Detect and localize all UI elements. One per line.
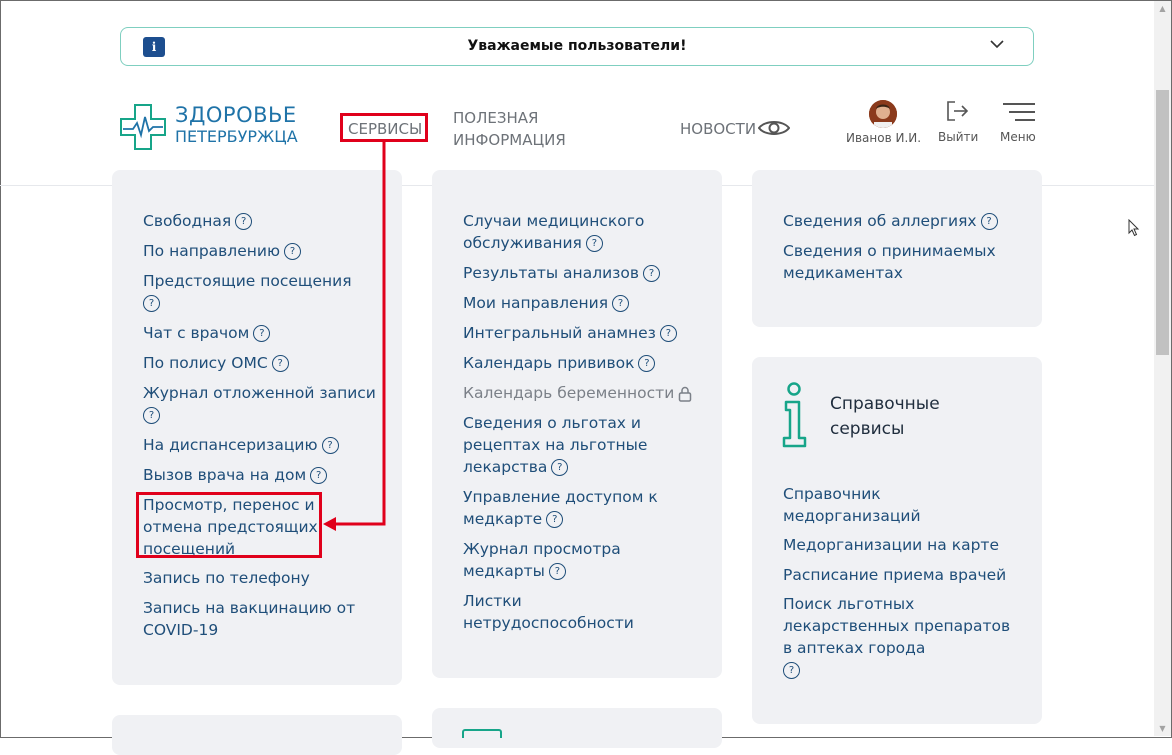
link-covid-vaccination[interactable]: Запись на вакцинацию от COVID-19 — [143, 597, 355, 641]
link-home-doctor-call[interactable]: Вызов врача на дом? — [143, 464, 328, 486]
link-org-directory[interactable]: Справочник медорганизаций — [783, 483, 921, 527]
link-phone-appointment[interactable]: Запись по телефону — [143, 567, 310, 589]
nav-useful-info[interactable]: ПОЛЕЗНАЯ ИНФОРМАЦИЯ — [453, 107, 593, 151]
logout-icon[interactable] — [945, 100, 969, 122]
logout-button[interactable]: Выйти — [938, 130, 978, 144]
announcement-bar[interactable]: i Уважаемые пользователи! — [120, 27, 1034, 66]
highlight-services-box — [340, 113, 428, 142]
site-logo[interactable]: ЗДОРОВЬЕ ПЕТЕРБУРЖЦА — [119, 103, 319, 153]
link-upcoming-visits[interactable]: Предстоящие посещения? — [143, 270, 352, 314]
help-icon[interactable]: ? — [546, 511, 564, 528]
help-icon[interactable]: ? — [235, 213, 253, 230]
link-integral-anamnesis[interactable]: Интегральный анамнез? — [463, 322, 677, 344]
announcement-title: Уважаемые пользователи! — [467, 38, 687, 54]
info-icon — [782, 382, 807, 448]
user-name[interactable]: Иванов И.И. — [846, 131, 921, 145]
link-allergies[interactable]: Сведения об аллергиях? — [783, 210, 998, 232]
highlight-view-visits-box — [136, 492, 322, 558]
link-sick-leave[interactable]: Листки нетрудоспособности — [463, 590, 634, 634]
help-icon[interactable]: ? — [284, 243, 302, 260]
link-dispensary[interactable]: На диспансеризацию? — [143, 434, 339, 456]
chevron-down-icon[interactable] — [989, 36, 1005, 52]
help-icon[interactable]: ? — [612, 295, 630, 312]
help-icon[interactable]: ? — [551, 459, 569, 476]
link-doctor-schedule[interactable]: Расписание приема врачей — [783, 564, 1006, 586]
link-by-referral[interactable]: По направлению? — [143, 240, 302, 262]
card-header-icon — [462, 729, 502, 738]
logo-subtitle: ПЕТЕРБУРЖЦА — [175, 127, 298, 146]
help-icon[interactable]: ? — [143, 407, 160, 424]
link-free-appointment[interactable]: Свободная? — [143, 210, 253, 232]
link-medical-cases[interactable]: Случаи медицинского обслуживания? — [463, 210, 644, 254]
link-medications[interactable]: Сведения о принимаемых медикаментах — [783, 240, 996, 284]
link-preferential-drugs-search[interactable]: Поиск льготных лекарственных препаратов в … — [783, 593, 1010, 681]
nav-news[interactable]: НОВОСТИ — [680, 120, 756, 138]
hamburger-menu-icon[interactable] — [1003, 102, 1035, 122]
help-icon[interactable]: ? — [585, 235, 603, 252]
link-test-results[interactable]: Результаты анализов? — [463, 262, 661, 284]
help-icon[interactable]: ? — [310, 467, 328, 484]
help-icon[interactable]: ? — [253, 325, 271, 342]
help-icon[interactable]: ? — [643, 265, 661, 282]
mouse-cursor-icon — [1128, 219, 1140, 237]
help-icon[interactable]: ? — [783, 662, 800, 679]
link-orgs-on-map[interactable]: Медорганизации на карте — [783, 534, 999, 556]
nav-useful-info-line2: ИНФОРМАЦИЯ — [453, 131, 566, 149]
logo-title: ЗДОРОВЬЕ — [175, 103, 297, 127]
link-pregnancy-calendar: Календарь беременности — [463, 382, 692, 404]
scroll-down-arrow-icon[interactable]: ▼ — [1154, 722, 1171, 736]
reference-services-title: Справочные сервисы — [830, 394, 940, 439]
help-icon[interactable]: ? — [659, 325, 677, 342]
help-icon[interactable]: ? — [638, 355, 656, 372]
help-icon[interactable]: ? — [271, 355, 289, 372]
medical-cross-logo-icon — [120, 104, 166, 150]
lock-icon — [679, 386, 692, 402]
help-icon[interactable]: ? — [321, 437, 339, 454]
help-icon[interactable]: ? — [980, 213, 998, 230]
link-oms-policy[interactable]: По полису ОМС? — [143, 352, 289, 374]
avatar[interactable] — [869, 100, 897, 128]
link-record-access[interactable]: Управление доступом к медкарте? — [463, 486, 658, 530]
link-vaccination-calendar[interactable]: Календарь прививок? — [463, 352, 656, 374]
link-record-view-log[interactable]: Журнал просмотра медкарты? — [463, 538, 621, 582]
menu-button[interactable]: Меню — [1000, 130, 1036, 144]
link-doctor-chat[interactable]: Чат с врачом? — [143, 322, 271, 344]
accessibility-eye-icon[interactable] — [758, 119, 790, 137]
link-deferred-log[interactable]: Журнал отложенной записи? — [143, 382, 376, 426]
link-benefits-prescriptions[interactable]: Сведения о льготах и рецептах на льготные… — [463, 412, 647, 478]
nav-useful-info-line1: ПОЛЕЗНАЯ — [453, 109, 539, 127]
scroll-up-arrow-icon[interactable]: ▲ — [1154, 2, 1171, 16]
user-photo-icon — [869, 100, 897, 128]
link-my-referrals[interactable]: Мои направления? — [463, 292, 630, 314]
scrollbar-thumb[interactable] — [1156, 90, 1169, 355]
next-card-left — [112, 715, 402, 755]
help-icon[interactable]: ? — [143, 295, 160, 312]
help-icon[interactable]: ? — [548, 563, 566, 580]
